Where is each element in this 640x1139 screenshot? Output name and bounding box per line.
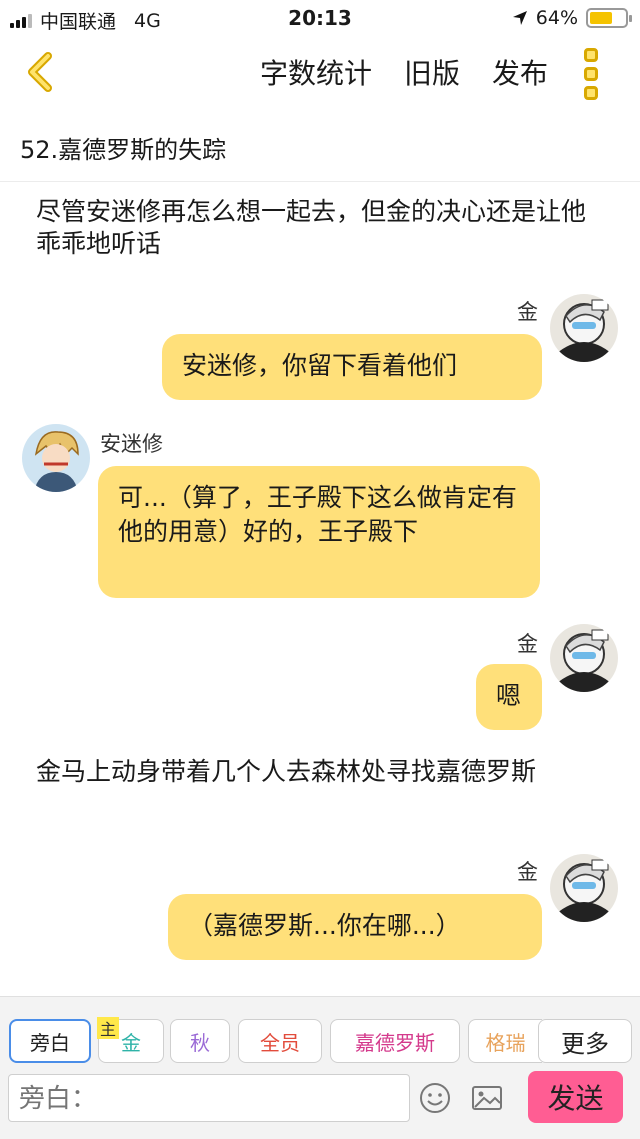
word-count-button[interactable]: 字数统计	[260, 52, 372, 92]
chat-bubble: 可...（算了，王子殿下这么做肯定有他的用意）好的，王子殿下	[98, 466, 540, 598]
more-options-icon[interactable]	[582, 48, 600, 100]
status-bar: 中国联通 4G 20:13 64%	[0, 0, 640, 36]
avatar-anmixiu[interactable]	[22, 424, 90, 492]
avatar-jin[interactable]	[550, 624, 618, 692]
chapter-title: 52.嘉德罗斯的失踪	[0, 112, 640, 182]
chat-bubble: 安迷修，你留下看着他们	[162, 334, 542, 400]
battery-percent: 64%	[535, 7, 578, 29]
narration-text: 金马上动身带着几个人去森林处寻找嘉德罗斯	[36, 757, 537, 786]
speaker-name: 金	[517, 300, 538, 324]
emoji-icon[interactable]	[418, 1081, 452, 1115]
location-arrow-icon	[512, 11, 527, 25]
speaker-name: 金	[517, 860, 538, 884]
more-roles-button[interactable]: 更多	[538, 1019, 632, 1063]
role-chip-gerui[interactable]: 格瑞	[468, 1019, 542, 1063]
image-icon[interactable]	[470, 1081, 504, 1115]
battery-icon	[586, 8, 632, 28]
chat-bubble: （嘉德罗斯...你在哪...）	[168, 894, 542, 960]
host-tag: 主	[97, 1017, 119, 1039]
role-chip-narrator[interactable]: 旁白	[9, 1019, 91, 1063]
role-chip-qiu[interactable]: 秋	[170, 1019, 230, 1063]
message-input[interactable]	[8, 1074, 410, 1122]
back-chevron-icon[interactable]	[20, 50, 64, 94]
role-chip-jiadeluosi[interactable]: 嘉德罗斯	[330, 1019, 460, 1063]
chat-bubble: 嗯	[476, 664, 542, 730]
avatar-jin[interactable]	[550, 854, 618, 922]
old-version-button[interactable]: 旧版	[404, 52, 460, 92]
narration-text: 尽管安迷修再怎么想一起去，但金的决心还是让他乖乖地听话	[36, 197, 587, 258]
composer-panel: 旁白 金 主 秋 全员 嘉德罗斯 格瑞 更多 发送	[0, 996, 640, 1139]
role-chip-all[interactable]: 全员	[238, 1019, 322, 1063]
top-bar: 字数统计 旧版 发布	[0, 36, 640, 112]
send-button[interactable]: 发送	[528, 1071, 623, 1123]
publish-button[interactable]: 发布	[492, 52, 548, 92]
avatar-jin[interactable]	[550, 294, 618, 362]
speaker-name: 安迷修	[100, 432, 163, 456]
speaker-name: 金	[517, 632, 538, 656]
